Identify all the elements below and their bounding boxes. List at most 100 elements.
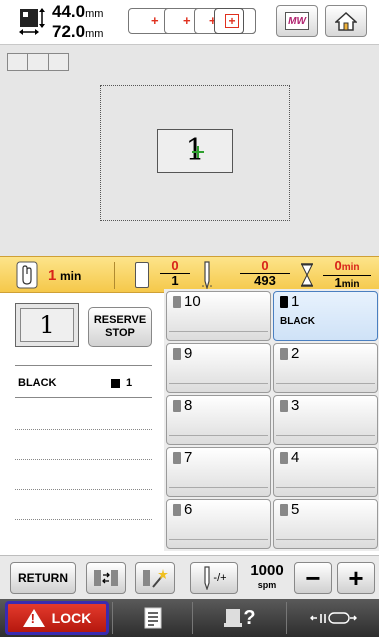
design-size-readout: 44.0mm 72.0mm	[52, 3, 103, 43]
stitch-total: 493	[254, 273, 276, 288]
divider	[276, 487, 375, 488]
grid-toggle-button[interactable]	[7, 53, 69, 71]
divider	[15, 489, 152, 490]
speed-increase-button[interactable]: +	[337, 562, 375, 594]
color-sequence-row[interactable]: BLACK 1	[18, 377, 148, 389]
needle-grid: 10 1 BLACK 9 2 8 3 7 4 6 5	[164, 289, 379, 551]
needle-9-button[interactable]: 9	[166, 343, 271, 393]
color-swatch	[111, 379, 120, 388]
status-bar: 1 min 0 1 0 493 0min 1min	[0, 256, 379, 293]
status-divider	[114, 262, 115, 289]
divider	[169, 487, 268, 488]
spool-icon	[173, 348, 181, 360]
spool-icon	[173, 504, 181, 516]
color-current: 0	[160, 259, 190, 274]
grid-cell	[8, 54, 29, 70]
hand-stitch-icon	[16, 261, 38, 289]
needle-number: 5	[291, 501, 300, 518]
needle-4-button[interactable]: 4	[273, 447, 378, 497]
remaining-total-value: 1	[334, 275, 342, 290]
home-icon	[335, 11, 357, 31]
needle-tension-icon	[204, 566, 211, 590]
speed-unit: spm	[257, 580, 277, 590]
hourglass-icon	[301, 263, 313, 287]
needle-number: 10	[184, 293, 201, 310]
needle-5-button[interactable]: 5	[273, 499, 378, 549]
speed-decrease-button[interactable]: −	[294, 562, 332, 594]
return-button[interactable]: RETURN	[10, 562, 76, 594]
grid-cell	[49, 54, 68, 70]
mw-icon: MW	[285, 12, 309, 30]
mw-button[interactable]: MW	[276, 5, 318, 37]
magic-wand-icon	[143, 569, 168, 588]
needle-10-button[interactable]: 10	[166, 291, 271, 341]
home-button[interactable]	[325, 5, 367, 37]
sewing-panel: 1 RESERVE STOP BLACK 1 10 1 BLACK 9 2 8 3…	[0, 289, 379, 555]
divider	[15, 397, 152, 398]
hoop-size-extra-small[interactable]: +	[214, 8, 244, 34]
divider	[169, 331, 268, 332]
needle-number: 4	[291, 449, 300, 466]
divider	[15, 365, 152, 366]
needle-number: 3	[291, 397, 300, 414]
needle-3-button[interactable]: 3	[273, 395, 378, 445]
needle-1-button[interactable]: 1 BLACK	[273, 291, 378, 341]
lock-label: LOCK	[51, 610, 92, 626]
design-thumbnail[interactable]: 1	[15, 303, 79, 347]
remaining-current: 0min	[323, 259, 371, 276]
divider	[15, 459, 152, 460]
needle-number: 7	[184, 449, 193, 466]
needle-number: 1	[291, 293, 300, 310]
total-time-readout: 1 min	[48, 267, 81, 284]
grid-cell	[28, 54, 49, 70]
hoop-center-mark: +	[151, 13, 159, 28]
footer-bar: ! LOCK ?	[0, 599, 379, 637]
divider	[169, 383, 268, 384]
total-time-unit: min	[59, 269, 82, 283]
stitch-count-readout: 0 493	[240, 259, 290, 288]
help-label: ?	[243, 606, 256, 629]
design-pattern[interactable]: 1	[157, 129, 233, 173]
spool-icon	[173, 400, 181, 412]
needle-color-name: BLACK	[280, 316, 315, 327]
thread-color-icon	[135, 262, 149, 288]
bottom-toolbar: RETURN -/+ 1000 spm − +	[0, 555, 379, 599]
help-button[interactable]: ?	[192, 602, 286, 634]
needle-icon	[202, 261, 212, 289]
needle-6-button[interactable]: 6	[166, 499, 271, 549]
spool-icon	[173, 296, 181, 308]
divider	[15, 519, 152, 520]
spool-icon	[280, 400, 288, 412]
reserve-stop-button[interactable]: RESERVE STOP	[88, 307, 152, 347]
design-height-unit: mm	[85, 28, 104, 40]
lock-button[interactable]: ! LOCK	[5, 601, 109, 635]
needle-swap-button[interactable]	[86, 562, 126, 594]
tension-label: -/+	[213, 572, 227, 584]
needle-number: 8	[184, 397, 193, 414]
color-sequence-name: BLACK	[18, 377, 57, 389]
machine-help-icon	[224, 609, 243, 627]
color-list-button[interactable]	[112, 602, 192, 634]
divider	[169, 539, 268, 540]
remaining-time-readout: 0min 1 min	[323, 259, 371, 292]
spool-icon	[280, 504, 288, 516]
design-size-icon	[19, 8, 45, 35]
needle-8-button[interactable]: 8	[166, 395, 271, 445]
auto-assign-button[interactable]	[135, 562, 175, 594]
remaining-current-unit: min	[341, 262, 360, 273]
embroidery-preview[interactable]: 1	[0, 44, 379, 256]
divider	[15, 429, 152, 430]
color-count-readout: 0 1	[160, 259, 190, 288]
design-thumbnail-char: 1	[20, 308, 74, 342]
spool-icon	[173, 452, 181, 464]
threading-button[interactable]	[286, 602, 379, 634]
center-crosshair-icon	[192, 146, 204, 158]
thread-tension-button[interactable]: -/+	[190, 562, 238, 594]
threading-icon	[310, 612, 357, 624]
needle-2-button[interactable]: 2	[273, 343, 378, 393]
reserve-stop-label-line1: RESERVE	[93, 314, 147, 326]
hoop-center-mark: +	[183, 13, 191, 28]
total-time-value: 1	[48, 267, 57, 284]
needle-7-button[interactable]: 7	[166, 447, 271, 497]
hoop-size-selector[interactable]: + + + +	[128, 8, 256, 34]
